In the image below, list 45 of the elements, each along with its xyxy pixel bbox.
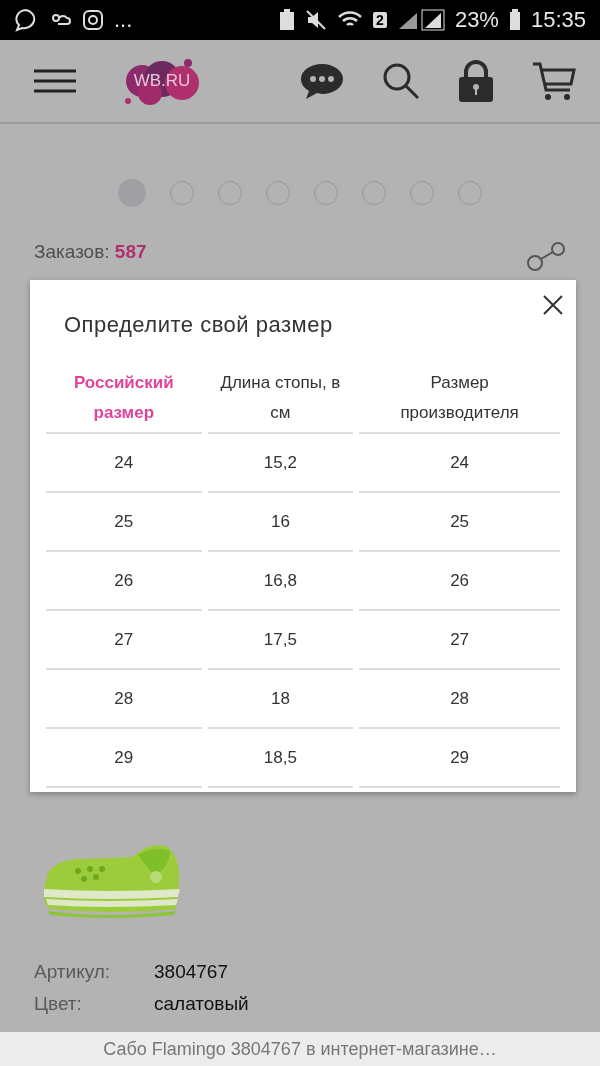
table-cell: 24: [359, 434, 560, 493]
battery-saver-icon: [279, 9, 296, 31]
detail-label: Цвет:: [34, 993, 83, 1015]
mute-icon: [305, 9, 328, 31]
table-cell: 26: [359, 552, 560, 611]
table-cell: 26: [46, 552, 202, 611]
search-icon[interactable]: [382, 62, 420, 100]
table-cell: 16,8: [207, 552, 354, 611]
table-cell: 28: [46, 670, 202, 729]
detail-label: Артикул:: [34, 961, 112, 983]
table-cell: 15,2: [207, 434, 354, 493]
column-header[interactable]: Размер производителя: [359, 368, 560, 434]
table-cell: 25: [359, 493, 560, 552]
table-cell: 28: [359, 670, 560, 729]
clock: 15:35: [530, 7, 586, 33]
close-icon[interactable]: [542, 294, 564, 316]
table-cell: 24: [46, 434, 202, 493]
chat-icon[interactable]: [300, 62, 344, 100]
cart-icon[interactable]: [532, 61, 576, 101]
table-cell: 25: [46, 493, 202, 552]
dialog-title: Определите свой размер: [64, 312, 334, 338]
camera-app-icon: [82, 9, 104, 31]
table-cell: 27: [46, 611, 202, 670]
column-header[interactable]: Российский размер: [46, 368, 202, 434]
table-cell: 18,5: [207, 729, 354, 788]
table-cell: 29: [359, 729, 560, 788]
more-notifications: ...: [114, 7, 133, 33]
logo[interactable]: WB.RU: [120, 53, 204, 109]
detail-value: салатовый: [154, 993, 250, 1015]
menu-icon[interactable]: [34, 69, 76, 93]
sim-badge: 2: [373, 12, 387, 28]
chat-app-icon: [14, 8, 38, 32]
column-header[interactable]: Длина стопы, в см: [207, 368, 354, 434]
battery-icon: [508, 9, 521, 31]
table-cell: 18: [207, 670, 354, 729]
lock-icon[interactable]: [458, 60, 494, 102]
table-cell: 16: [207, 493, 354, 552]
detail-value: 3804767: [154, 961, 229, 983]
share-icon[interactable]: [526, 241, 566, 271]
table-cell: 17,5: [207, 611, 354, 670]
table-cell: 27: [359, 611, 560, 670]
orders-count: Заказов: 587: [34, 241, 147, 263]
battery-percent: 23%: [454, 7, 499, 33]
page-title: Сабо Flamingo 3804767 в интернет-магазине…: [103, 1038, 497, 1060]
table-cell: 29: [46, 729, 202, 788]
